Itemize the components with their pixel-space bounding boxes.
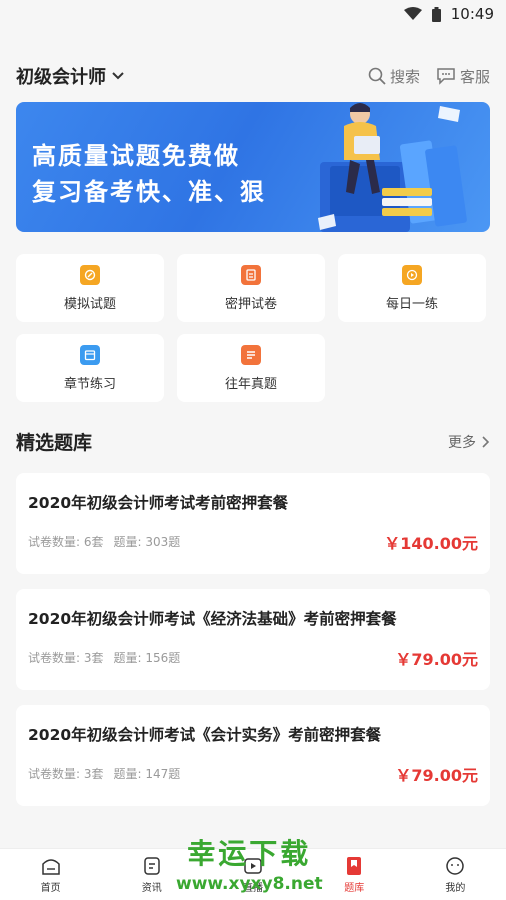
package-meta: 试卷数量: 6套 题量: 303题 [28,533,180,550]
battery-icon [431,6,441,22]
package-title: 2020年初级会计师考试《经济法基础》考前密押套餐 [28,610,397,628]
customer-service-button[interactable]: 客服 [436,66,490,87]
tab-home[interactable]: 首页 [0,849,101,900]
list-icon [241,344,261,365]
status-bar: 10:49 [0,0,506,28]
chevron-right-icon [482,435,490,448]
search-button[interactable]: 搜索 [368,66,420,87]
package-price: ￥140.00元 [384,534,478,553]
package-meta: 试卷数量: 3套 题量: 156题 [28,649,180,666]
wifi-icon [403,7,422,20]
exam-selector[interactable]: 初级会计师 [16,63,124,89]
chat-icon [437,68,455,85]
tool-mock-test[interactable]: 模拟试题 [16,254,164,322]
tool-label: 模拟试题 [63,296,116,312]
tool-label: 每日一练 [385,296,438,312]
more-label: 更多 [448,434,476,451]
tab-question-bank[interactable]: 题库 [304,849,405,900]
document-icon [241,264,261,285]
tool-label: 章节练习 [63,376,116,392]
tool-past-exams[interactable]: 往年真题 [177,334,325,402]
pencil-icon [80,264,100,285]
question-bank-icon [347,856,362,875]
profile-icon [446,856,465,875]
search-icon [368,67,386,85]
status-time: 10:49 [450,5,494,23]
package-card[interactable]: 2020年初级会计师考试《经济法基础》考前密押套餐 试卷数量: 3套 题量: 1… [16,589,490,690]
calendar-icon [80,344,100,365]
promo-banner[interactable]: 高质量试题免费做 复习备考快、准、狠 [16,102,490,232]
paper-count: 试卷数量: 3套 [28,767,104,781]
exam-name: 初级会计师 [16,67,106,88]
tab-label: 资讯 [141,882,162,894]
tool-daily-practice[interactable]: 每日一练 [338,254,486,322]
tool-chapter-practice[interactable]: 章节练习 [16,334,164,402]
header: 初级会计师 搜索 客服 [0,50,506,102]
study-illustration [318,103,467,232]
tab-label: 首页 [40,882,61,894]
tab-label: 直播 [243,882,263,894]
tab-label: 我的 [445,882,466,894]
package-price: ￥79.00元 [395,766,478,785]
banner-line-1: 高质量试题免费做 [32,142,240,170]
section-title: 精选题库 [16,432,93,454]
tool-label: 密押试卷 [224,296,277,312]
home-icon [41,858,60,875]
tab-news[interactable]: 资讯 [101,849,202,900]
header-actions: 搜索 客服 [368,66,490,87]
tab-live[interactable]: 直播 [202,849,303,900]
package-meta: 试卷数量: 3套 题量: 147题 [28,765,180,782]
package-title: 2020年初级会计师考试考前密押套餐 [28,494,289,512]
question-count: 题量: 156题 [113,651,181,665]
section-header: 精选题库 更多 [0,428,506,455]
tab-label: 题库 [344,882,365,894]
package-title: 2020年初级会计师考试《会计实务》考前密押套餐 [28,726,382,744]
service-label: 客服 [459,67,490,86]
tool-label: 往年真题 [224,376,277,392]
live-icon [244,857,262,874]
chevron-down-icon [112,72,124,80]
tab-profile[interactable]: 我的 [405,849,506,900]
tool-grid: 模拟试题 密押试卷 每日一练 章节练习 往年真题 [0,232,506,402]
banner-line-2: 复习备考快、准、狠 [32,178,266,206]
paper-count: 试卷数量: 6套 [28,535,104,549]
play-icon [402,264,422,285]
package-price: ￥79.00元 [395,650,478,669]
package-card[interactable]: 2020年初级会计师考试《会计实务》考前密押套餐 试卷数量: 3套 题量: 14… [16,705,490,806]
search-label: 搜索 [389,67,420,86]
tool-secret-paper[interactable]: 密押试卷 [177,254,325,322]
bottom-tab-bar: 首页 资讯 直播 题库 我的 [0,848,506,900]
question-count: 题量: 303题 [113,535,181,549]
paper-count: 试卷数量: 3套 [28,651,104,665]
question-count: 题量: 147题 [113,767,181,781]
news-icon [144,856,160,875]
package-list: 2020年初级会计师考试考前密押套餐 试卷数量: 6套 题量: 303题 ￥14… [0,455,506,806]
more-link[interactable]: 更多 [448,432,490,452]
package-card[interactable]: 2020年初级会计师考试考前密押套餐 试卷数量: 6套 题量: 303题 ￥14… [16,473,490,574]
